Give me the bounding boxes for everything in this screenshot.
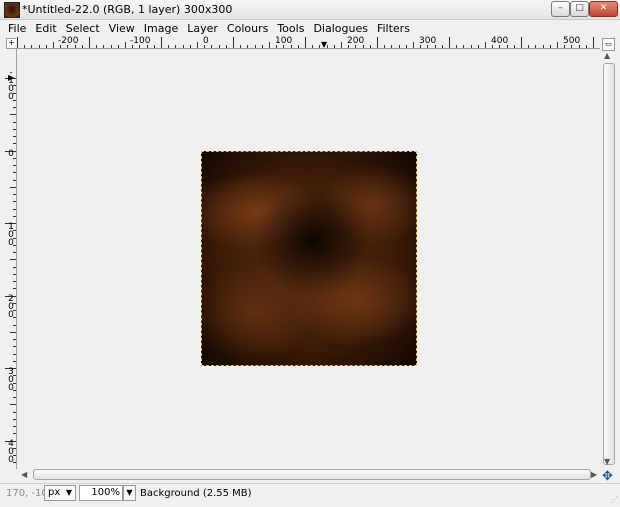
hruler-label: 200	[347, 36, 365, 46]
vruler-label: 100	[8, 222, 14, 248]
hruler-label: 400	[491, 36, 509, 46]
scroll-up-arrow-icon[interactable]: ▲	[604, 51, 610, 60]
zoom-dropdown-button[interactable]: ▼	[123, 485, 136, 501]
menu-filters[interactable]: Filters	[377, 22, 410, 35]
close-button[interactable]: ✕	[589, 1, 618, 17]
vruler-label: -100	[8, 68, 14, 102]
menu-colours[interactable]: Colours	[227, 22, 268, 35]
unit-selector[interactable]: px ▼	[44, 485, 76, 501]
vruler-label: 300	[8, 367, 14, 393]
title-bar: *Untitled-22.0 (RGB, 1 layer) 300x300 – …	[0, 0, 620, 20]
zoom-input[interactable]: 100%	[79, 485, 123, 501]
hruler-label: 300	[419, 36, 437, 46]
vruler-label: 200	[8, 294, 14, 320]
hruler-label: 0	[203, 36, 209, 46]
scroll-left-arrow-icon[interactable]: ◀	[21, 470, 27, 479]
menu-edit[interactable]: Edit	[35, 22, 56, 35]
horizontal-scrollbar[interactable]: ◀ ▶	[17, 468, 601, 481]
vruler-label: 0	[8, 149, 14, 159]
image-layer[interactable]	[201, 151, 417, 366]
menu-bar: File Edit Select View Image Layer Colour…	[0, 20, 620, 36]
chevron-down-icon: ▼	[65, 488, 72, 497]
horizontal-scroll-thumb[interactable]	[33, 469, 591, 480]
menu-file[interactable]: File	[8, 22, 26, 35]
menu-tools[interactable]: Tools	[277, 22, 304, 35]
hruler-label: 100	[275, 36, 293, 46]
status-message: Background (2.55 MB)	[140, 488, 252, 499]
vruler-label: 400	[8, 439, 14, 465]
menu-view[interactable]: View	[109, 22, 135, 35]
pointer-position-marker-icon: ▼	[321, 40, 328, 49]
minimize-button[interactable]: –	[551, 1, 570, 17]
menu-layer[interactable]: Layer	[187, 22, 218, 35]
hruler-label: 500	[563, 36, 581, 46]
chevron-down-icon: ▼	[126, 488, 133, 497]
horizontal-ruler[interactable]: -200 -100 0 100 200 300 400 500 ▼	[16, 37, 600, 49]
resize-grip-icon[interactable]: ⋰	[610, 495, 618, 504]
vertical-scrollbar[interactable]: ▭ ▲ ▼	[601, 37, 616, 469]
image-thumbnail-icon	[4, 2, 20, 18]
scroll-down-arrow-icon[interactable]: ▼	[604, 457, 610, 466]
menu-image[interactable]: Image	[144, 22, 178, 35]
zoom-to-fit-button[interactable]: ▭	[602, 38, 615, 51]
window-title: *Untitled-22.0 (RGB, 1 layer) 300x300	[22, 3, 233, 16]
unit-value: px	[48, 487, 61, 498]
scroll-right-arrow-icon[interactable]: ▶	[591, 470, 597, 479]
maximize-button[interactable]: □	[570, 1, 589, 17]
hruler-label: -100	[130, 36, 151, 46]
menu-select[interactable]: Select	[66, 22, 100, 35]
navigate-icon[interactable]: ✥	[602, 469, 613, 484]
menu-dialogues[interactable]: Dialogues	[313, 22, 368, 35]
vertical-scroll-thumb[interactable]	[603, 63, 615, 465]
vertical-ruler-ticks	[5, 78, 16, 463]
vertical-ruler[interactable]: ▶ -100 0 100 200 300 400	[5, 49, 17, 469]
status-bar: 170, -100 px ▼ 100% ▼ Background (2.55 M…	[0, 483, 620, 504]
hruler-label: -200	[58, 36, 79, 46]
horizontal-ruler-ticks	[17, 37, 594, 48]
